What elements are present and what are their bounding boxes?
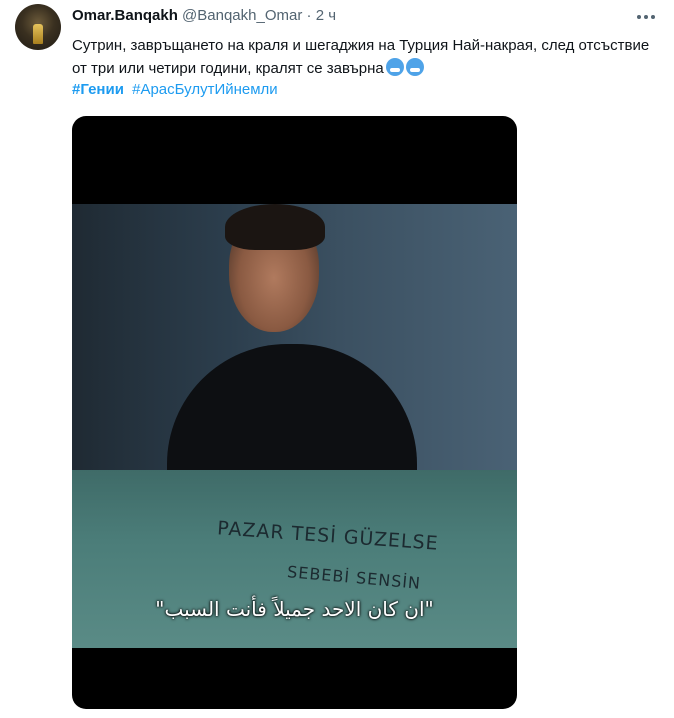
tweet-time[interactable]: 2 ч bbox=[316, 7, 336, 24]
more-horizontal-icon bbox=[637, 15, 641, 19]
video-frame-portrait bbox=[72, 204, 517, 474]
hashtags: #Гении #АрасБулутИйнемли bbox=[72, 80, 282, 100]
avatar[interactable] bbox=[15, 4, 61, 50]
author-name[interactable]: Omar.Banqakh bbox=[72, 7, 178, 24]
man-figure bbox=[167, 204, 417, 474]
tweet-text: Сутрин, завръщането на краля и шегаджия … bbox=[72, 34, 662, 80]
more-dot bbox=[644, 15, 648, 19]
video-subtitle: "ان كان الاحد جميلاً فأنت السبب" bbox=[155, 597, 434, 621]
trophy-icon bbox=[33, 24, 43, 44]
more-options-button[interactable] bbox=[634, 8, 658, 26]
tweet[interactable]: Omar.Banqakh @Banqakh_Omar · 2 ч Сутрин,… bbox=[0, 0, 674, 718]
hair bbox=[225, 204, 325, 250]
hashtag-link[interactable]: #АрасБулутИйнемли bbox=[132, 81, 278, 98]
tweet-media[interactable]: PAZAR TESİ GÜZELSE SEBEBİ SENSİN "ان كان… bbox=[72, 116, 517, 709]
tweet-header: Omar.Banqakh @Banqakh_Omar · 2 ч bbox=[72, 6, 336, 26]
cold-face-emoji-icon bbox=[385, 58, 404, 76]
hashtag-link[interactable]: #Гении bbox=[72, 81, 124, 98]
cold-face-emoji-icon bbox=[405, 58, 424, 76]
coat bbox=[167, 344, 417, 474]
author-handle[interactable]: @Banqakh_Omar bbox=[182, 7, 302, 24]
video-frame-wall: PAZAR TESİ GÜZELSE SEBEBİ SENSİN "ان كان… bbox=[72, 470, 517, 648]
tweet-body: Сутрин, завръщането на краля и шегаджия … bbox=[72, 37, 650, 77]
graffiti-text-2: SEBEBİ SENSİN bbox=[286, 562, 422, 593]
graffiti-text-1: PAZAR TESİ GÜZELSE bbox=[216, 517, 440, 555]
more-dot bbox=[651, 15, 655, 19]
separator: · bbox=[306, 7, 312, 24]
